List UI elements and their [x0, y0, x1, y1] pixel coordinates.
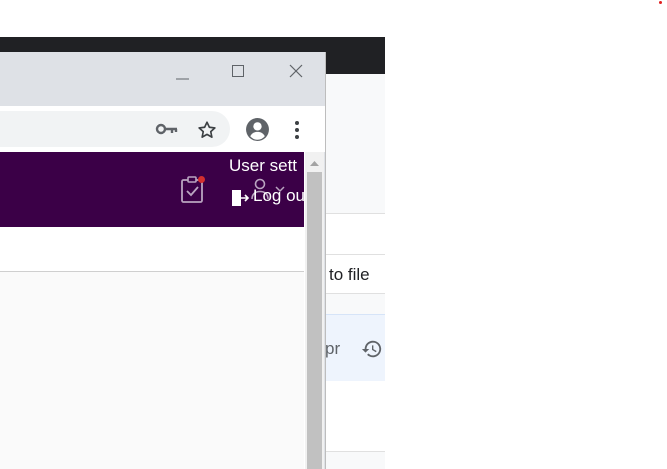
star-icon[interactable] [196, 119, 218, 141]
export-to-file-label[interactable]: to file [329, 265, 370, 285]
page-viewport: User sett Log ou [0, 152, 305, 469]
browser-toolbar [0, 106, 325, 152]
history-icon[interactable] [361, 338, 383, 360]
scroll-up-arrow-icon[interactable] [305, 154, 324, 172]
notification-badge [198, 176, 205, 183]
more-vert-icon[interactable] [289, 119, 305, 141]
date-label: pr [325, 339, 341, 358]
background-row [325, 213, 385, 255]
user-settings-link[interactable]: User sett [229, 156, 297, 176]
scrollbar-thumb[interactable] [307, 172, 322, 469]
browser-window: User sett Log ou [0, 52, 326, 469]
logout-icon[interactable] [230, 188, 250, 208]
page-subheader [0, 227, 304, 272]
maximize-icon[interactable] [221, 61, 255, 91]
minimize-icon[interactable] [166, 61, 200, 91]
red-dot [659, 1, 662, 4]
page-content [0, 272, 304, 469]
close-icon[interactable] [279, 61, 313, 91]
profile-icon[interactable] [245, 117, 270, 142]
logout-link[interactable]: Log ou [253, 186, 304, 206]
background-row [325, 381, 385, 452]
browser-titlebar [0, 52, 325, 106]
key-icon[interactable] [155, 120, 179, 138]
app-header: User sett Log ou [0, 152, 304, 227]
